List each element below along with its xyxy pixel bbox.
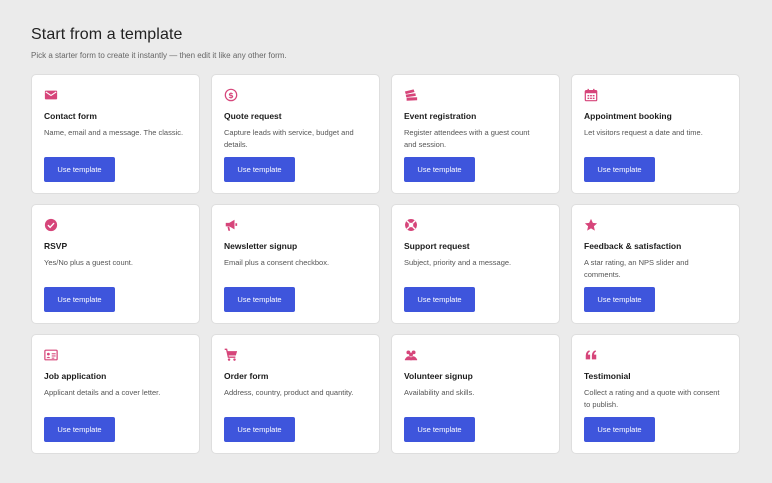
template-description: Collect a rating and a quote with consen… xyxy=(584,388,720,409)
template-title: Event registration xyxy=(404,111,477,121)
template-description: Email plus a consent checkbox. xyxy=(224,258,330,267)
envelope-icon xyxy=(44,88,58,102)
tickets-icon xyxy=(404,88,418,102)
page-title: Start from a template xyxy=(31,26,183,43)
id-card-icon xyxy=(44,348,58,362)
template-description: Subject, priority and a message. xyxy=(404,258,512,267)
template-card-rsvp: RSVP Yes/No plus a guest count. Use temp… xyxy=(31,204,200,324)
use-template-button[interactable]: Use template xyxy=(584,287,655,312)
template-description: Capture leads with service, budget and d… xyxy=(224,128,354,149)
page-subtitle: Pick a starter form to create it instant… xyxy=(31,51,287,60)
template-card-testimonial: Testimonial Collect a rating and a quote… xyxy=(571,334,740,454)
template-card-newsletter-signup: Newsletter signup Email plus a consent c… xyxy=(211,204,380,324)
template-description: Availability and skills. xyxy=(404,388,475,397)
template-grid: Contact form Name, email and a message. … xyxy=(31,74,740,454)
template-card-order-form: Order form Address, country, product and… xyxy=(211,334,380,454)
template-title: Newsletter signup xyxy=(224,241,298,251)
template-card-feedback-satisfaction: Feedback & satisfaction A star rating, a… xyxy=(571,204,740,324)
use-template-button[interactable]: Use template xyxy=(584,157,655,182)
template-card-quote-request: $ Quote request Capture leads with servi… xyxy=(211,74,380,194)
template-title: Volunteer signup xyxy=(404,371,473,381)
template-description: Applicant details and a cover letter. xyxy=(44,388,161,397)
template-title: Job application xyxy=(44,371,107,381)
template-title: Testimonial xyxy=(584,371,631,381)
lifebuoy-icon xyxy=(404,218,418,232)
template-title: Order form xyxy=(224,371,269,381)
template-title: Feedback & satisfaction xyxy=(584,241,682,251)
template-description: Name, email and a message. The classic. xyxy=(44,128,184,137)
template-card-event-registration: Event registration Register attendees wi… xyxy=(391,74,560,194)
megaphone-icon xyxy=(224,218,238,232)
page-header: Start from a template Pick a starter for… xyxy=(31,26,287,60)
people-icon xyxy=(404,348,418,362)
template-card-contact-form: Contact form Name, email and a message. … xyxy=(31,74,200,194)
template-title: Support request xyxy=(404,241,470,251)
template-card-support-request: Support request Subject, priority and a … xyxy=(391,204,560,324)
template-description: Register attendees with a guest count an… xyxy=(404,128,530,149)
check-circle-icon xyxy=(44,218,58,232)
dollar-icon: $ xyxy=(224,88,238,102)
quote-icon xyxy=(584,348,598,362)
use-template-button[interactable]: Use template xyxy=(44,287,115,312)
template-title: Contact form xyxy=(44,111,97,121)
template-description: Address, country, product and quantity. xyxy=(224,388,354,397)
template-description: A star rating, an NPS slider and comment… xyxy=(584,258,689,279)
use-template-button[interactable]: Use template xyxy=(224,287,295,312)
template-card-volunteer-signup: Volunteer signup Availability and skills… xyxy=(391,334,560,454)
template-card-job-application: Job application Applicant details and a … xyxy=(31,334,200,454)
template-description: Yes/No plus a guest count. xyxy=(44,258,133,267)
template-title: Quote request xyxy=(224,111,282,121)
calendar-icon xyxy=(584,88,598,102)
use-template-button[interactable]: Use template xyxy=(584,417,655,442)
cart-icon xyxy=(224,348,238,362)
use-template-button[interactable]: Use template xyxy=(404,287,475,312)
use-template-button[interactable]: Use template xyxy=(404,417,475,442)
template-title: RSVP xyxy=(44,241,68,251)
template-description: Let visitors request a date and time. xyxy=(584,128,703,137)
use-template-button[interactable]: Use template xyxy=(44,157,115,182)
template-title: Appointment booking xyxy=(584,111,672,121)
svg-text:$: $ xyxy=(228,91,233,100)
use-template-button[interactable]: Use template xyxy=(224,417,295,442)
use-template-button[interactable]: Use template xyxy=(224,157,295,182)
template-card-appointment-booking: Appointment booking Let visitors request… xyxy=(571,74,740,194)
use-template-button[interactable]: Use template xyxy=(404,157,475,182)
star-icon xyxy=(584,218,598,232)
use-template-button[interactable]: Use template xyxy=(44,417,115,442)
